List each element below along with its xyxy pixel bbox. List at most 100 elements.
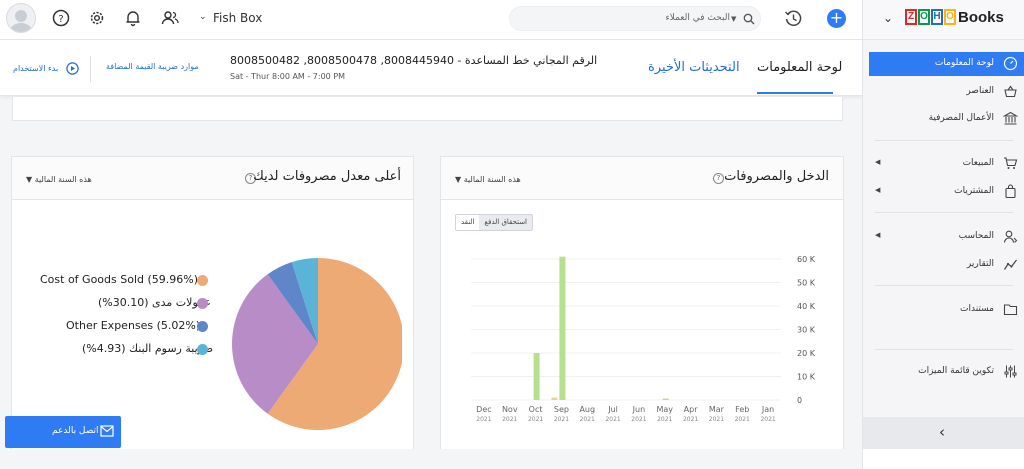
logo-letter: O: [944, 9, 956, 25]
chevron-left-icon: ‹: [939, 423, 945, 441]
legend-swatch: [197, 298, 208, 309]
app-root: ? ⌄ Fish Box البحث في العملاء ▼ + بدء ال…: [0, 0, 1024, 469]
sidebar-item-reports[interactable]: التقارير: [869, 253, 1024, 277]
sidebar-item-label: التقارير: [966, 259, 994, 269]
x-tick-year: 2021: [657, 416, 672, 423]
sidebar-item-label: مستندات: [960, 304, 994, 314]
x-tick-year: 2021: [631, 416, 646, 423]
search-box[interactable]: البحث في العملاء ▼: [509, 6, 761, 31]
y-tick-label: 40 K: [797, 302, 816, 311]
history-icon[interactable]: [784, 9, 803, 28]
bar: [662, 398, 669, 400]
period-label: هذه السنة المالية: [463, 175, 521, 184]
brand-name: Books: [958, 9, 1004, 26]
legend-swatch: [197, 321, 208, 332]
org-name[interactable]: Fish Box: [213, 11, 262, 25]
x-tick-label: Dec: [476, 405, 491, 414]
contact-support-label: اتصل بالدعم: [52, 426, 99, 436]
y-tick-label: 10 K: [797, 373, 816, 382]
contact-support-button[interactable]: اتصل بالدعم: [5, 416, 121, 448]
avatar[interactable]: [6, 3, 36, 33]
expand-arrow-icon: ◀: [875, 231, 881, 239]
sidebar-item-banking[interactable]: الأعمال المصرفية: [869, 107, 1024, 131]
x-tick-label: May: [656, 405, 673, 414]
bottom-strip: [0, 449, 862, 469]
tab-dashboard[interactable]: لوحة المعلومات: [757, 60, 842, 75]
x-tick-label: Aug: [579, 405, 595, 414]
period-dropdown[interactable]: ▼ هذه السنة المالية: [26, 175, 92, 184]
svg-text:?: ?: [58, 14, 63, 25]
sidebar-item-label: لوحة المعلومات: [934, 58, 994, 68]
legend-label: Other Expenses (5.02%): [66, 319, 201, 332]
reports-icon: [1003, 259, 1017, 270]
collapse-sidebar-button[interactable]: ‹: [863, 417, 1024, 449]
basket-icon: [1004, 85, 1017, 98]
sidebar-divider: [875, 349, 1013, 350]
x-tick-year: 2021: [554, 416, 569, 423]
sidebar-item-label: المبيعات: [962, 158, 994, 168]
expense-pie-chart: [232, 258, 402, 430]
x-tick-year: 2021: [760, 416, 775, 423]
bar: [533, 353, 540, 400]
users-icon[interactable]: [161, 9, 179, 27]
x-tick-year: 2021: [580, 416, 595, 423]
period-dropdown[interactable]: ▼ هذه السنة المالية: [455, 175, 521, 184]
bar: [551, 397, 558, 400]
legend-item: عمولات مدى (30.10%): [98, 296, 211, 309]
legend-item: ضريبة رسوم البنك (4.93%): [82, 342, 213, 355]
getting-started-link[interactable]: بدء الاستخدام: [13, 64, 58, 73]
x-tick-label: Feb: [735, 405, 749, 414]
income-expense-panel: ▼ هذه السنة المالية ? الدخل والمصروفات ا…: [440, 156, 844, 456]
sidebar-item-items[interactable]: العناصر: [869, 80, 1024, 104]
info-icon[interactable]: ?: [713, 173, 724, 184]
x-tick-label: Jan: [761, 405, 774, 414]
search-input[interactable]: البحث في العملاء: [665, 13, 730, 23]
y-tick-label: 50 K: [797, 279, 816, 288]
legend-label: Cost of Goods Sold (59.96%): [40, 273, 199, 286]
bell-icon[interactable]: [124, 9, 142, 27]
vat-resources-link[interactable]: موارد ضريبة القيمة المضافة: [106, 62, 199, 71]
x-tick-label: Nov: [502, 405, 518, 414]
gear-icon[interactable]: [88, 9, 106, 27]
sidebar-item-label: الأعمال المصرفية: [928, 113, 994, 123]
period-label: هذه السنة المالية: [34, 175, 92, 184]
help-icon[interactable]: ?: [52, 9, 70, 27]
legend-item: Other Expenses (5.02%): [66, 319, 200, 332]
accountant-icon: [1003, 230, 1018, 243]
org-chevron-icon[interactable]: ⌄: [199, 12, 207, 22]
toggle-accrual[interactable]: استحقاق الدفع: [479, 215, 533, 230]
sidebar-item-configure-features[interactable]: تكوين قائمة الميزات: [869, 360, 1024, 384]
top-header: ? ⌄ Fish Box البحث في العملاء ▼ +: [0, 0, 862, 40]
x-tick-year: 2021: [683, 416, 698, 423]
quick-create-button[interactable]: +: [827, 9, 846, 28]
sidebar-item-accountant[interactable]: ◀ المحاسب: [869, 225, 1024, 249]
legend-label: عمولات مدى (30.10%): [98, 296, 212, 309]
sidebar-item-documents[interactable]: مستندات: [869, 298, 1024, 322]
sidebar-item-purchases[interactable]: ◀ المشتريات: [869, 180, 1024, 204]
dashboard-subheader: بدء الاستخدام موارد ضريبة القيمة المضافة…: [0, 40, 862, 96]
tab-recent-updates[interactable]: التحديثات الأخيرة: [648, 60, 740, 75]
logo-letter: O: [918, 9, 930, 25]
income-expense-bar-chart: 0 10 K 20 K 30 K 40 K 50 K 60 K Dec 2021 Nov 2021 O…: [471, 255, 816, 423]
sidebar-item-sales[interactable]: ◀ المبيعات: [869, 152, 1024, 176]
x-tick-year: 2021: [605, 416, 620, 423]
y-tick-label: 60 K: [797, 255, 816, 264]
legend-swatch: [197, 344, 208, 355]
caret-down-icon: ▼: [455, 175, 462, 184]
logo-letter: H: [931, 9, 943, 25]
search-icon[interactable]: [743, 13, 755, 25]
sidebar-divider: [875, 285, 1013, 286]
panel-title: الدخل والمصروفات: [724, 169, 829, 184]
logo-letter: Z: [905, 9, 917, 25]
expand-arrow-icon: ◀: [875, 186, 881, 194]
sidebar-item-label: تكوين قائمة الميزات: [918, 366, 994, 376]
sidebar-item-dashboard[interactable]: لوحة المعلومات: [869, 52, 1024, 76]
x-tick-label: Jul: [607, 405, 618, 414]
search-filter-caret-icon[interactable]: ▼: [731, 15, 736, 23]
sidebar: ⌄ Z O H O Books لوحة المعلومات العناصر ا…: [862, 0, 1024, 469]
top-expenses-panel: ▼ هذه السنة المالية ? أعلى معدل مصروفات …: [11, 156, 414, 456]
zoho-logo: Z O H O: [905, 9, 956, 27]
sidebar-divider: [875, 140, 1013, 141]
app-switcher-chevron-icon[interactable]: ⌄: [883, 11, 893, 25]
toggle-cash[interactable]: النقد: [456, 215, 479, 230]
